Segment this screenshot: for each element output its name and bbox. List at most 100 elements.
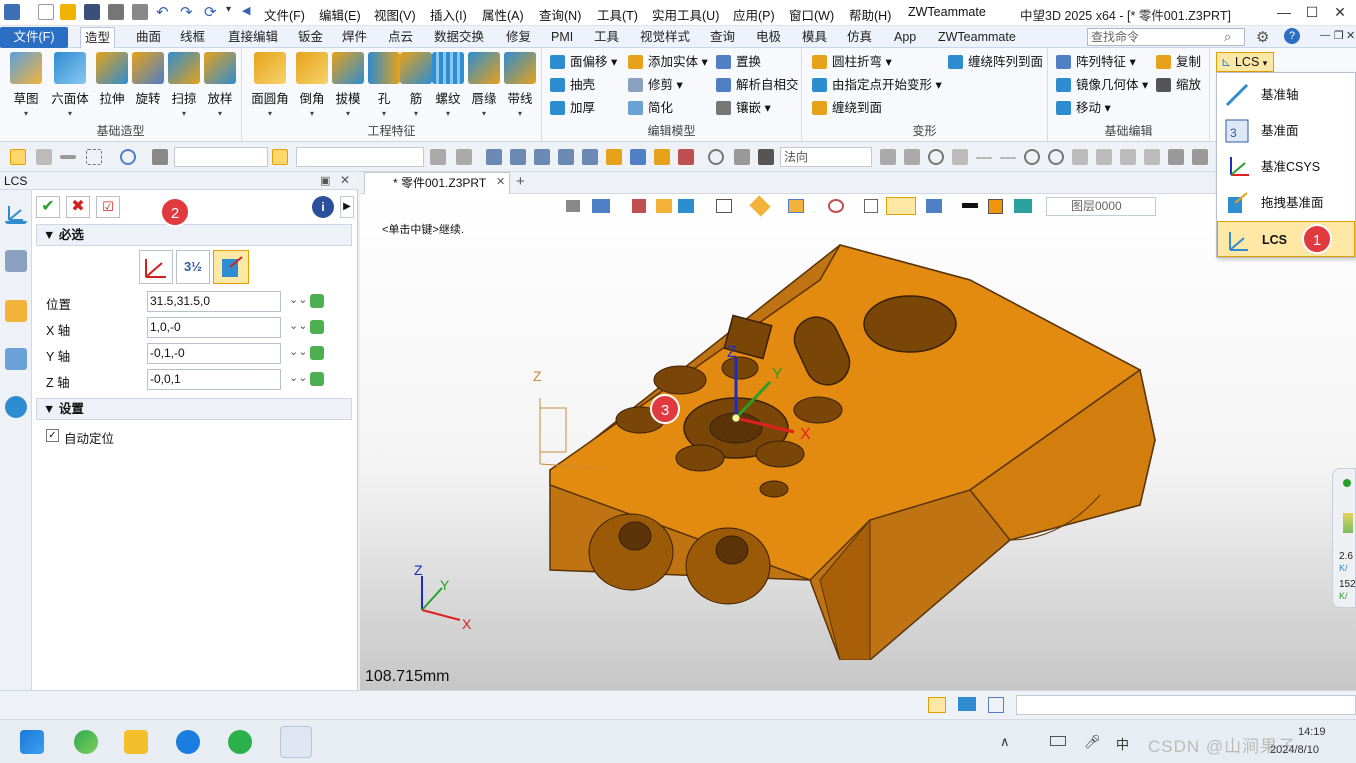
zw3d-taskbar-icon[interactable] [280, 726, 312, 758]
y-axis-pick-icon[interactable] [310, 346, 324, 360]
menu-inquire[interactable]: 查询(N) [539, 5, 581, 24]
z-axis-pick-icon[interactable] [310, 372, 324, 386]
y-axis-expand-icon[interactable]: ⌄⌄ [289, 345, 307, 358]
tab-point-cloud[interactable]: 点云 [384, 27, 417, 48]
menu-window[interactable]: 窗口(W) [789, 5, 834, 24]
print-preview-icon[interactable] [132, 4, 148, 20]
layer-icon[interactable] [1014, 199, 1032, 213]
add-icon[interactable] [36, 149, 52, 165]
info-button[interactable]: i [312, 196, 334, 218]
x-axis-expand-icon[interactable]: ⌄⌄ [289, 319, 307, 332]
tool-icon-9[interactable] [630, 149, 646, 165]
layer-combo[interactable]: 图层0000 [1046, 197, 1156, 216]
tool-icon-1[interactable] [430, 149, 446, 165]
z-axis-input[interactable]: -0,0,1 [147, 369, 281, 390]
revolve-button[interactable]: 旋转 [130, 52, 166, 107]
pattern-feature-button[interactable]: 阵列特征 ▾ [1056, 52, 1136, 72]
view-shaded-icon[interactable] [678, 199, 694, 213]
browser-360-icon[interactable] [74, 730, 98, 754]
tool-icon-15[interactable] [880, 149, 896, 165]
fillet-button[interactable]: 面圆角 ▾ [250, 52, 290, 118]
wechat-icon[interactable] [228, 730, 252, 754]
new-file-icon[interactable] [38, 4, 54, 20]
tab-sheet-metal[interactable]: 钣金 [294, 27, 327, 48]
tool-icon-4[interactable] [510, 149, 526, 165]
lcs-mode-three-points-button[interactable]: 3½ [176, 250, 210, 284]
menu-file[interactable]: 文件(F) [264, 5, 305, 24]
microphone-icon[interactable]: 🎤︎ [1084, 734, 1101, 750]
lcs-dropdown-button[interactable]: ⊾ LCS ▾ [1216, 52, 1274, 72]
move-button[interactable]: 移动 ▾ [1056, 98, 1111, 118]
self-intersect-button[interactable]: 解析自相交 [716, 75, 799, 95]
tab-direct-edit[interactable]: 直接编辑 [224, 27, 282, 48]
y-axis-input[interactable]: -0,1,-0 [147, 343, 281, 364]
tool-icon-12[interactable] [708, 149, 724, 165]
menu-help[interactable]: 帮助(H) [849, 5, 891, 24]
section-required[interactable]: ▼ 必选 [36, 224, 352, 246]
tab-wireframe[interactable]: 线框 [176, 27, 209, 48]
tool-icon-7[interactable] [582, 149, 598, 165]
menu-item-lcs[interactable]: LCS [1217, 221, 1355, 257]
history-tree-icon[interactable] [5, 250, 27, 272]
pick-filter-icon[interactable] [272, 149, 288, 165]
pin-icon[interactable]: ▣ [320, 174, 330, 187]
tool-icon-19[interactable] [1072, 149, 1088, 165]
copy-button[interactable]: 复制 [1156, 52, 1201, 72]
rib-button[interactable]: 筋 ▾ [398, 52, 434, 118]
gear-icon[interactable]: ⚙ [1256, 28, 1269, 46]
close-button[interactable]: ✕ [1326, 2, 1354, 22]
part-box-icon[interactable] [5, 300, 27, 322]
position-expand-icon[interactable]: ⌄⌄ [289, 293, 307, 306]
tab-visual-style[interactable]: 视觉样式 [636, 27, 694, 48]
circle-icon-1[interactable] [1024, 149, 1040, 165]
wrap-pattern-button[interactable]: 缠绕阵列到面 [948, 52, 1043, 72]
selection-combo[interactable] [296, 147, 424, 167]
position-input[interactable]: 31.5,31.5,0 [147, 291, 281, 312]
undo-icon[interactable]: ↶ [156, 3, 169, 21]
performance-widget[interactable]: 2.6 K/ 152 K/ [1332, 468, 1356, 608]
shell-button[interactable]: 抽壳 [550, 75, 595, 95]
lcs-tool-icon[interactable] [5, 202, 27, 224]
expand-panel-button[interactable]: ▶ [340, 196, 354, 218]
thicken-button[interactable]: 加厚 [550, 98, 595, 118]
tab-tools[interactable]: 工具 [590, 27, 623, 48]
face-offset-button[interactable]: 面偏移 ▾ [550, 52, 617, 72]
sweep-button[interactable]: 扫掠 ▾ [166, 52, 202, 118]
chamfer-button[interactable]: 倒角 ▾ [294, 52, 330, 118]
menu-edit[interactable]: 编辑(E) [319, 5, 361, 24]
ime-indicator[interactable]: 中 [1116, 734, 1129, 753]
lcs-mode-face-button[interactable] [213, 250, 249, 284]
add-solid-button[interactable]: 添加实体 ▾ [628, 52, 708, 72]
tool-icon-10[interactable] [654, 149, 670, 165]
tab-surface[interactable]: 曲面 [132, 27, 165, 48]
redo-icon[interactable]: ↷ [180, 3, 193, 21]
help-icon[interactable]: ? [1284, 28, 1300, 44]
menu-zwteammate[interactable]: ZWTeammate [908, 5, 986, 19]
tab-pmi[interactable]: PMI [547, 27, 577, 48]
close-doc-icon[interactable]: ✕ [1346, 29, 1355, 42]
tab-mold[interactable]: 模具 [798, 27, 831, 48]
filter-icon[interactable] [152, 149, 168, 165]
tab-file[interactable]: 文件(F) [0, 27, 68, 48]
tool-icon-5[interactable] [534, 149, 550, 165]
view-background-icon[interactable] [926, 199, 942, 213]
tool-icon-13[interactable] [734, 149, 750, 165]
tab-weldment[interactable]: 焊件 [338, 27, 371, 48]
status-toggle-icon[interactable] [928, 697, 946, 713]
menu-view[interactable]: 视图(V) [374, 5, 416, 24]
tool-icon-20[interactable] [1096, 149, 1112, 165]
view-part-icon[interactable] [656, 199, 672, 213]
extrude-button[interactable]: 拉伸 [94, 52, 130, 107]
menu-utilities[interactable]: 实用工具(U) [652, 5, 719, 24]
menu-item-datum-csys[interactable]: 基准CSYS [1217, 149, 1355, 185]
tool-icon-14[interactable] [758, 149, 774, 165]
panel-close-icon[interactable]: ✕ [340, 173, 350, 187]
tab-zwteammate[interactable]: ZWTeammate [934, 27, 1020, 48]
collapse-arrow-icon[interactable]: ◀ [242, 4, 250, 17]
search-input[interactable]: 查找命令 [1087, 28, 1245, 46]
circle-icon-2[interactable] [1048, 149, 1064, 165]
point-deform-button[interactable]: 由指定点开始变形 ▾ [812, 75, 942, 95]
tool-icon-22[interactable] [1144, 149, 1160, 165]
keyboard-icon[interactable] [1050, 736, 1066, 746]
simplify-button[interactable]: 简化 [628, 98, 673, 118]
